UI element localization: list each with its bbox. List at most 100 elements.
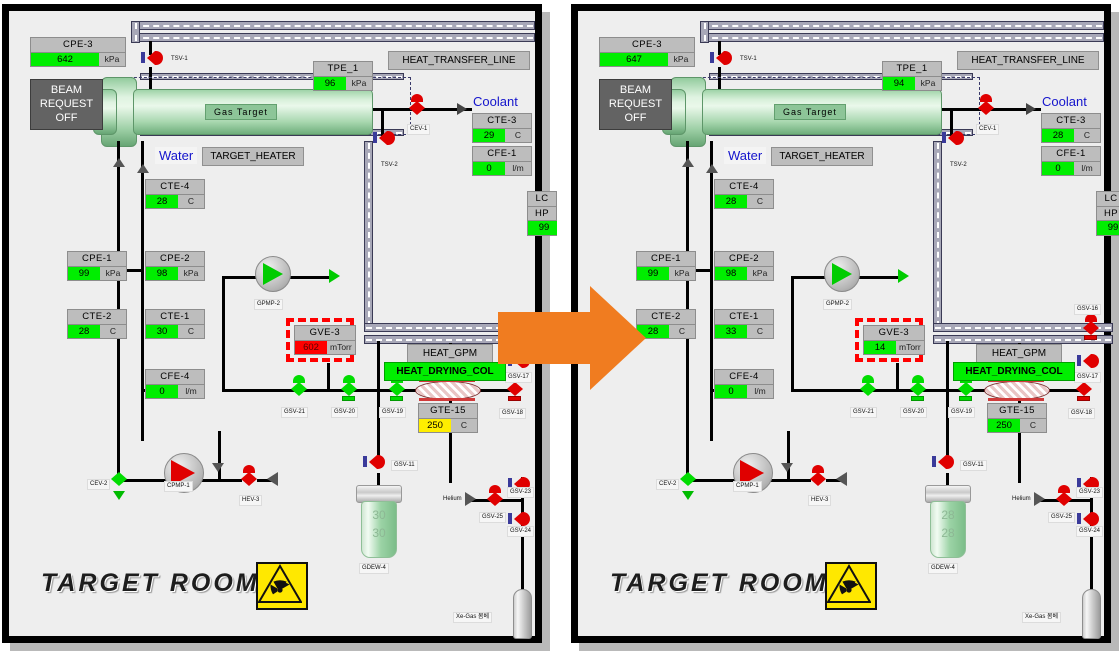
r-tag-cte-1-name: CTE-1 — [714, 309, 774, 325]
r-tag-gte-15[interactable]: GTE-15 250 C — [987, 403, 1047, 433]
r-pipe-cylinder-riser — [1090, 533, 1093, 593]
tag-tpe-1-value: 96 — [314, 76, 346, 90]
r-tank-value-bottom: 28 — [941, 526, 955, 540]
tag-cfe-1[interactable]: CFE-1 0 l/m — [472, 146, 532, 176]
r-hev3-body-right — [818, 472, 826, 486]
tsv1-actuator-icon — [141, 52, 145, 63]
r-tag-cfe-1[interactable]: CFE-1 0 l/m — [1041, 146, 1101, 176]
r-tank-gdew-4-body[interactable]: 28 28 — [930, 501, 966, 558]
tag-gve-3[interactable]: GVE-3 602 mTorr — [294, 325, 356, 355]
radiation-trefoil-svg — [258, 564, 302, 603]
r-tag-cpe-2[interactable]: CPE-2 98 kPa — [714, 251, 774, 281]
label-xe-gas: Xe-Gas 봄베 — [453, 612, 493, 623]
r-tag-cpe-1-value: 99 — [637, 266, 669, 280]
r-tag-cte-3[interactable]: CTE-3 28 C — [1041, 113, 1101, 143]
r-tag-cte-3-value: 28 — [1042, 128, 1074, 142]
gsv20-base-icon — [342, 396, 355, 401]
r-tag-tpe-1[interactable]: TPE_1 94 kPa — [882, 61, 942, 91]
r-gsv21-body-right — [868, 382, 876, 396]
tag-cte-3[interactable]: CTE-3 29 C — [472, 113, 532, 143]
r-tsv2-actuator-icon — [942, 132, 946, 143]
tag-cpe-2[interactable]: CPE-2 98 kPa — [145, 251, 205, 281]
r-heat-gpm-label: HEAT_GPM — [976, 344, 1062, 363]
r-label-gsv-11: GSV-11 — [960, 460, 987, 471]
r-pipe-gsv11-drop — [946, 341, 949, 461]
r-tag-cpe-3[interactable]: CPE-3 647 kPa — [599, 37, 695, 67]
tag-gve-3-value: 602 — [295, 340, 327, 354]
tag-cpe-3[interactable]: CPE-3 642 kPa — [30, 37, 126, 67]
tsv2-body-right — [387, 131, 395, 145]
gsv24-body-left — [514, 512, 522, 526]
tag-tpe-1[interactable]: TPE_1 96 kPa — [313, 61, 373, 91]
tag-cpe-1-unit: kPa — [105, 267, 121, 278]
tag-cpe-1[interactable]: CPE-1 99 kPa — [67, 251, 127, 281]
tag-cte-1[interactable]: CTE-1 30 C — [145, 309, 205, 339]
r-coolant-label: Coolant — [1042, 94, 1087, 109]
screenshot-panel-before: Gas Target TSV-1 TSV-2 CEV-1 CEV-2 HEV-3 — [2, 4, 557, 643]
label-gsv-20: GSV-20 — [331, 407, 359, 418]
tag-tpe-1-name: TPE_1 — [313, 61, 373, 77]
r-pump-gpmp-2[interactable] — [824, 256, 860, 292]
r-label-gsv-23: GSV-23 — [1076, 487, 1104, 498]
r-beam-request-status: BEAM REQUEST OFF — [599, 79, 672, 131]
r-tag-cte-4-value: 28 — [715, 194, 747, 208]
pipe-water-riser-2 — [141, 156, 144, 441]
r-tank-value-top: 28 — [941, 508, 955, 522]
label-gsv-25: GSV-25 — [479, 512, 507, 523]
r-gsv16-base-icon — [1084, 335, 1097, 340]
gsv11-actuator-icon — [363, 456, 367, 467]
gpmp2-impeller-icon — [263, 263, 283, 285]
r-tag-cte-1-unit: C — [756, 325, 764, 336]
tag-edge-clipped[interactable]: LC HP 99 — [527, 191, 557, 236]
tag-cte-4[interactable]: CTE-4 28 C — [145, 179, 205, 209]
r-tsv1-body-right — [724, 51, 732, 65]
tag-tpe-1-unit: kPa — [351, 77, 367, 88]
heat-transfer-pipe-left-riser — [131, 21, 140, 43]
r-tag-cpe-1[interactable]: CPE-1 99 kPa — [636, 251, 696, 281]
beam-status-line-1: BEAM — [50, 84, 83, 96]
pipe-cfe4-riser — [222, 276, 225, 389]
transition-arrow — [498, 286, 646, 394]
r-beam-status-line-1: BEAM — [619, 84, 652, 96]
xe-gas-cylinder — [513, 589, 532, 639]
tag-cfe-1-unit: l/m — [512, 162, 524, 173]
tsv1-body-left — [147, 51, 155, 65]
transition-arrow-svg — [498, 286, 646, 390]
r-hev3-body-left — [810, 472, 818, 486]
gas-target-label: Gas Target — [205, 104, 277, 120]
r-label-gsv-21: GSV-21 — [850, 407, 878, 418]
r-gsv16-body-right — [1091, 321, 1099, 335]
tag-cte-4-unit: C — [187, 195, 195, 206]
r-gas-target-label: Gas Target — [774, 104, 846, 120]
tag-gve-3-name: GVE-3 — [294, 325, 356, 341]
tag-cte-3-name: CTE-3 — [472, 113, 532, 129]
r-gsv19-body-right — [966, 382, 974, 396]
r-gsv19-base-icon — [959, 396, 972, 401]
radiation-trefoil-icon — [256, 562, 308, 610]
tank-gdew-4-body[interactable]: 30 30 — [361, 501, 397, 558]
r-tag-edge-clipped[interactable]: LC HP 99 — [1096, 191, 1119, 236]
drying-column-bar-bottom — [419, 398, 475, 401]
r-xe-gas-cylinder — [1082, 589, 1101, 639]
tag-cpe-3-value: 642 — [31, 52, 99, 66]
tag-cfe-1-value: 0 — [473, 161, 505, 175]
r-tag-cfe-4[interactable]: CFE-4 0 l/m — [714, 369, 774, 399]
tag-cte-3-value: 29 — [473, 128, 505, 142]
r-water-flow-arrow-1 — [682, 158, 694, 167]
tag-gte-15-unit: C — [460, 419, 468, 430]
r-tag-gve-3[interactable]: GVE-3 14 mTorr — [863, 325, 925, 355]
pump-gpmp-2[interactable] — [255, 256, 291, 292]
beam-status-line-3: OFF — [55, 111, 78, 124]
r-tag-cte-4[interactable]: CTE-4 28 C — [714, 179, 774, 209]
tag-cte-4-name: CTE-4 — [145, 179, 205, 195]
tank-value-top: 30 — [372, 508, 386, 522]
r-cpmp1-out-arrow — [781, 463, 793, 472]
r-tag-cte-1[interactable]: CTE-1 33 C — [714, 309, 774, 339]
r-gsv17-body-right — [1091, 354, 1099, 368]
tag-cfe-4[interactable]: CFE-4 0 l/m — [145, 369, 205, 399]
r-label-gsv-25: GSV-25 — [1048, 512, 1076, 523]
tag-gte-15[interactable]: GTE-15 250 C — [418, 403, 478, 433]
r-gsv16-body-left — [1083, 321, 1091, 335]
r-tag-cfe-1-name: CFE-1 — [1041, 146, 1101, 162]
tag-cte-2[interactable]: CTE-2 28 C — [67, 309, 127, 339]
